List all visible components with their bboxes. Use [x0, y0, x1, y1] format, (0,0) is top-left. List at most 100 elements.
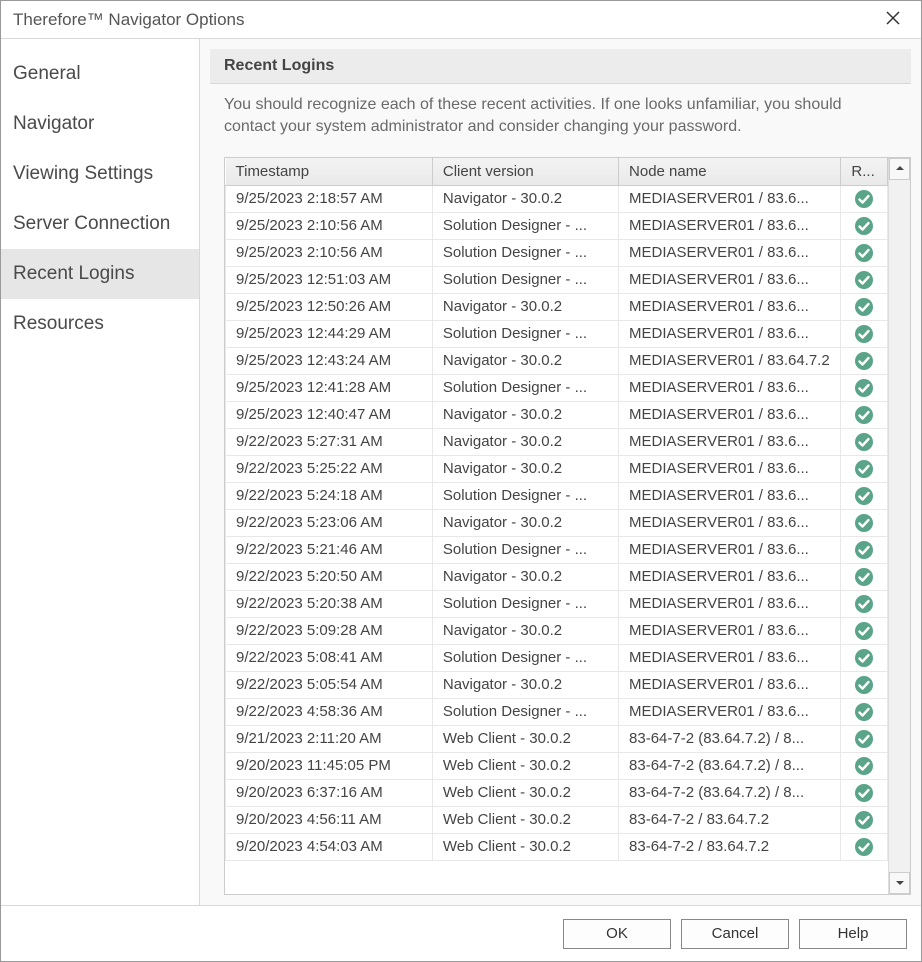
scroll-down-button[interactable] — [889, 872, 910, 894]
table-row[interactable]: 9/22/2023 5:09:28 AMNavigator - 30.0.2ME… — [226, 617, 888, 644]
check-circle-icon — [854, 837, 874, 857]
table-row[interactable]: 9/22/2023 5:24:18 AMSolution Designer - … — [226, 482, 888, 509]
check-circle-icon — [854, 270, 874, 290]
cell-node-name: 83-64-7-2 (83.64.7.2) / 8... — [619, 779, 841, 806]
vertical-scrollbar[interactable] — [888, 158, 910, 894]
sidebar: GeneralNavigatorViewing SettingsServer C… — [1, 39, 200, 905]
col-header-client-version[interactable]: Client version — [432, 158, 618, 186]
check-circle-icon — [854, 594, 874, 614]
chevron-up-icon — [895, 160, 905, 177]
check-circle-icon — [854, 621, 874, 641]
cell-timestamp: 9/22/2023 5:20:38 AM — [226, 590, 433, 617]
check-circle-icon — [854, 513, 874, 533]
col-header-timestamp[interactable]: Timestamp — [226, 158, 433, 186]
check-circle-icon — [854, 351, 874, 371]
cell-result — [841, 833, 888, 860]
cell-client-version: Web Client - 30.0.2 — [432, 752, 618, 779]
cell-timestamp: 9/22/2023 5:27:31 AM — [226, 428, 433, 455]
cell-node-name: MEDIASERVER01 / 83.6... — [619, 536, 841, 563]
cell-timestamp: 9/25/2023 12:41:28 AM — [226, 374, 433, 401]
cell-result — [841, 320, 888, 347]
table-row[interactable]: 9/20/2023 4:54:03 AMWeb Client - 30.0.28… — [226, 833, 888, 860]
table-row[interactable]: 9/25/2023 12:43:24 AMNavigator - 30.0.2M… — [226, 347, 888, 374]
table-row[interactable]: 9/25/2023 12:50:26 AMNavigator - 30.0.2M… — [226, 293, 888, 320]
cell-result — [841, 401, 888, 428]
cell-timestamp: 9/25/2023 12:43:24 AM — [226, 347, 433, 374]
cell-client-version: Navigator - 30.0.2 — [432, 347, 618, 374]
sidebar-item-resources[interactable]: Resources — [1, 299, 199, 349]
help-button[interactable]: Help — [799, 919, 907, 949]
check-circle-icon — [854, 783, 874, 803]
table-row[interactable]: 9/22/2023 5:23:06 AMNavigator - 30.0.2ME… — [226, 509, 888, 536]
table-row[interactable]: 9/22/2023 5:20:38 AMSolution Designer - … — [226, 590, 888, 617]
check-circle-icon — [854, 648, 874, 668]
check-circle-icon — [854, 675, 874, 695]
titlebar: Therefore™ Navigator Options — [1, 1, 921, 39]
cell-result — [841, 698, 888, 725]
table-row[interactable]: 9/22/2023 5:05:54 AMNavigator - 30.0.2ME… — [226, 671, 888, 698]
cell-client-version: Navigator - 30.0.2 — [432, 428, 618, 455]
cell-timestamp: 9/22/2023 5:21:46 AM — [226, 536, 433, 563]
table-row[interactable]: 9/20/2023 11:45:05 PMWeb Client - 30.0.2… — [226, 752, 888, 779]
cell-timestamp: 9/20/2023 4:56:11 AM — [226, 806, 433, 833]
cell-node-name: MEDIASERVER01 / 83.6... — [619, 455, 841, 482]
cell-result — [841, 590, 888, 617]
table-row[interactable]: 9/20/2023 6:37:16 AMWeb Client - 30.0.28… — [226, 779, 888, 806]
cell-result — [841, 185, 888, 212]
table-row[interactable]: 9/22/2023 4:58:36 AMSolution Designer - … — [226, 698, 888, 725]
table-row[interactable]: 9/25/2023 2:10:56 AMSolution Designer - … — [226, 239, 888, 266]
check-circle-icon — [854, 756, 874, 776]
main-panel: Recent Logins You should recognize each … — [200, 39, 921, 905]
table-row[interactable]: 9/25/2023 12:44:29 AMSolution Designer -… — [226, 320, 888, 347]
check-circle-icon — [854, 540, 874, 560]
cell-result — [841, 239, 888, 266]
table-row[interactable]: 9/22/2023 5:08:41 AMSolution Designer - … — [226, 644, 888, 671]
sidebar-item-viewing-settings[interactable]: Viewing Settings — [1, 149, 199, 199]
check-circle-icon — [854, 216, 874, 236]
table-row[interactable]: 9/25/2023 12:51:03 AMSolution Designer -… — [226, 266, 888, 293]
table-row[interactable]: 9/25/2023 2:18:57 AMNavigator - 30.0.2ME… — [226, 185, 888, 212]
check-circle-icon — [854, 486, 874, 506]
cell-result — [841, 212, 888, 239]
cell-client-version: Navigator - 30.0.2 — [432, 509, 618, 536]
cell-node-name: MEDIASERVER01 / 83.6... — [619, 509, 841, 536]
table-row[interactable]: 9/22/2023 5:27:31 AMNavigator - 30.0.2ME… — [226, 428, 888, 455]
table-row[interactable]: 9/20/2023 4:56:11 AMWeb Client - 30.0.28… — [226, 806, 888, 833]
cell-result — [841, 671, 888, 698]
sidebar-item-general[interactable]: General — [1, 49, 199, 99]
table-row[interactable]: 9/22/2023 5:25:22 AMNavigator - 30.0.2ME… — [226, 455, 888, 482]
close-button[interactable] — [875, 1, 911, 38]
cell-result — [841, 266, 888, 293]
table-row[interactable]: 9/22/2023 5:20:50 AMNavigator - 30.0.2ME… — [226, 563, 888, 590]
table-row[interactable]: 9/25/2023 2:10:56 AMSolution Designer - … — [226, 212, 888, 239]
cell-client-version: Solution Designer - ... — [432, 239, 618, 266]
cell-timestamp: 9/20/2023 6:37:16 AM — [226, 779, 433, 806]
check-circle-icon — [854, 729, 874, 749]
logins-table-scroll: Timestamp Client version Node name R... … — [225, 158, 888, 894]
close-icon — [886, 10, 900, 30]
cell-timestamp: 9/25/2023 2:10:56 AM — [226, 239, 433, 266]
col-header-node-name[interactable]: Node name — [619, 158, 841, 186]
scroll-up-button[interactable] — [889, 158, 910, 180]
section-description: You should recognize each of these recen… — [210, 84, 911, 157]
cancel-button[interactable]: Cancel — [681, 919, 789, 949]
cell-result — [841, 617, 888, 644]
cell-timestamp: 9/22/2023 5:08:41 AM — [226, 644, 433, 671]
cell-result — [841, 536, 888, 563]
sidebar-item-server-connection[interactable]: Server Connection — [1, 199, 199, 249]
ok-button[interactable]: OK — [563, 919, 671, 949]
body: GeneralNavigatorViewing SettingsServer C… — [1, 39, 921, 905]
check-circle-icon — [854, 378, 874, 398]
cell-node-name: MEDIASERVER01 / 83.6... — [619, 644, 841, 671]
table-row[interactable]: 9/22/2023 5:21:46 AMSolution Designer - … — [226, 536, 888, 563]
check-circle-icon — [854, 432, 874, 452]
col-header-result[interactable]: R... — [841, 158, 888, 186]
table-row[interactable]: 9/25/2023 12:40:47 AMNavigator - 30.0.2M… — [226, 401, 888, 428]
sidebar-item-recent-logins[interactable]: Recent Logins — [1, 249, 199, 299]
cell-timestamp: 9/25/2023 12:44:29 AM — [226, 320, 433, 347]
table-row[interactable]: 9/21/2023 2:11:20 AMWeb Client - 30.0.28… — [226, 725, 888, 752]
table-row[interactable]: 9/25/2023 12:41:28 AMSolution Designer -… — [226, 374, 888, 401]
check-circle-icon — [854, 189, 874, 209]
sidebar-item-navigator[interactable]: Navigator — [1, 99, 199, 149]
cell-timestamp: 9/22/2023 5:23:06 AM — [226, 509, 433, 536]
